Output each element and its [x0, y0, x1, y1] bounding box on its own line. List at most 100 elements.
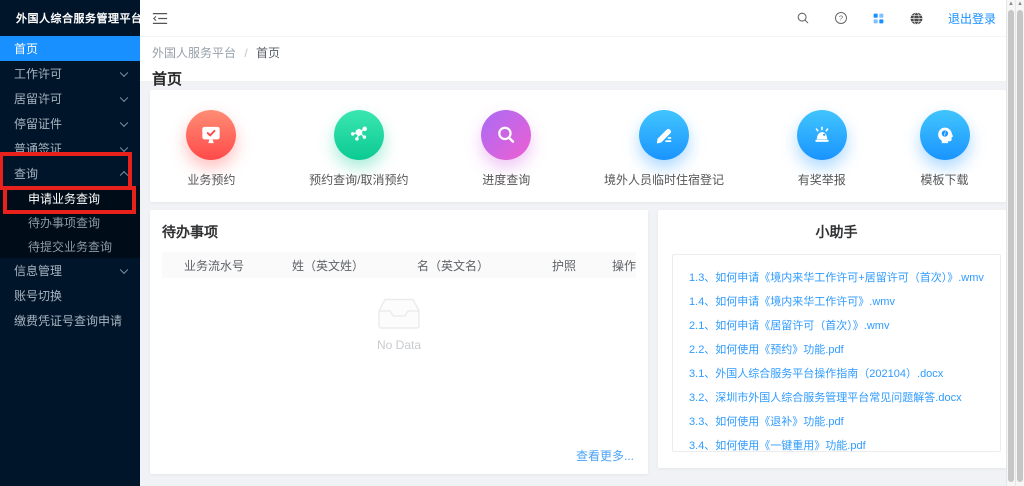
shortcut-appointment-query-cancel[interactable]: 预约查询/取消预约	[309, 110, 408, 188]
todo-title: 待办事项	[162, 222, 636, 242]
sidebar-item-label: 账号切换	[14, 287, 62, 304]
helper-title: 小助手	[672, 222, 1001, 242]
logout-link[interactable]: 退出登录	[948, 10, 996, 27]
sidebar-item-query[interactable]: 查询	[0, 161, 140, 186]
empty-state: No Data	[162, 296, 636, 352]
scrollbar-inner[interactable]: ▲	[1006, 0, 1015, 486]
submenu-item-label: 待办事项查询	[28, 214, 100, 231]
chevron-down-icon	[120, 265, 128, 273]
breadcrumb: 外国人服务平台 / 首页	[152, 44, 1024, 61]
app-logo: 外国人综合服务管理平台	[0, 0, 140, 36]
empty-text: No Data	[377, 338, 421, 352]
shortcut-label: 境外人员临时住宿登记	[604, 171, 724, 188]
shortcut-progress-query[interactable]: 进度查询	[481, 110, 531, 188]
column-serial-number: 业务流水号	[162, 257, 292, 274]
sidebar-item-label: 首页	[14, 40, 38, 57]
column-given-name: 名（英文名）	[417, 257, 552, 274]
scrollbar-thumb[interactable]	[1017, 10, 1023, 482]
page-content: 业务预约	[140, 82, 1024, 474]
menu-fold-icon[interactable]	[152, 12, 168, 25]
sidebar-item-label: 缴费凭证号查询申请	[14, 312, 122, 329]
breadcrumb-separator: /	[244, 46, 247, 60]
submenu-item-label: 申请业务查询	[28, 190, 100, 207]
shortcut-label: 模板下载	[921, 171, 969, 188]
todo-table-header: 业务流水号 姓（英文姓） 名（英文名） 护照 操作	[162, 252, 636, 278]
main-area: ?	[140, 0, 1024, 486]
breadcrumb-current: 首页	[256, 46, 280, 60]
column-passport: 护照	[552, 257, 612, 274]
shortcut-label: 预约查询/取消预约	[309, 171, 408, 188]
sidebar-item-ordinary-visa[interactable]: 普通签证	[0, 136, 140, 161]
column-surname: 姓（英文姓）	[292, 257, 417, 274]
sidebar-item-residence-permit[interactable]: 居留许可	[0, 86, 140, 111]
shortcut-reward-report[interactable]: 有奖举报	[797, 110, 847, 188]
sidebar-item-label: 工作许可	[14, 65, 62, 82]
breadcrumb-root[interactable]: 外国人服务平台	[152, 46, 236, 60]
shortcut-label: 有奖举报	[798, 171, 846, 188]
submenu-item-todo-query[interactable]: 待办事项查询	[0, 210, 140, 234]
shortcut-temporary-accommodation[interactable]: 境外人员临时住宿登记	[604, 110, 724, 188]
pencil-icon	[639, 110, 689, 160]
query-submenu: 申请业务查询 待办事项查询 待提交业务查询	[0, 186, 140, 258]
empty-inbox-icon	[376, 296, 422, 330]
shortcuts-card: 业务预约	[150, 90, 1006, 202]
submenu-item-label: 待提交业务查询	[28, 238, 112, 255]
sidebar-item-payment-voucher-apply[interactable]: 缴费凭证号查询申请	[0, 308, 140, 333]
sidebar-item-label: 信息管理	[14, 262, 62, 279]
sidebar-item-label: 停留证件	[14, 115, 62, 132]
apps-grid-icon[interactable]	[872, 12, 885, 25]
helper-link[interactable]: 3.2、深圳市外国人综合服务管理平台常见问题解答.docx	[689, 389, 984, 405]
helper-link[interactable]: 1.4、如何申请《境内来华工作许可》.wmv	[689, 293, 984, 309]
scroll-up-arrow-icon[interactable]: ▲	[1007, 0, 1015, 9]
chevron-down-icon	[120, 68, 128, 76]
sidebar-item-work-permit[interactable]: 工作许可	[0, 61, 140, 86]
sidebar-item-home[interactable]: 首页	[0, 36, 140, 61]
scrollbar-outer[interactable]: ▲	[1015, 0, 1024, 486]
sidebar-item-info-management[interactable]: 信息管理	[0, 258, 140, 283]
help-icon[interactable]: ?	[834, 11, 848, 25]
helper-link[interactable]: 3.3、如何使用《退补》功能.pdf	[689, 413, 984, 429]
shortcut-template-download[interactable]: i 模板下载	[920, 110, 970, 188]
sidebar-item-label: 查询	[14, 165, 38, 182]
screen: 外国人综合服务管理平台 首页 工作许可 居留许可 停留证件 普通签证	[0, 0, 1024, 486]
helper-card: 小助手 1.3、如何申请《境内来华工作许可+居留许可（首次）》.wmv 1.4、…	[658, 210, 1015, 468]
helper-link[interactable]: 2.1、如何申请《居留许可（首次）》.wmv	[689, 317, 984, 333]
sidebar-item-account-switch[interactable]: 账号切换	[0, 283, 140, 308]
alarm-icon	[797, 110, 847, 160]
svg-text:?: ?	[839, 14, 843, 23]
shortcut-label: 业务预约	[187, 171, 235, 188]
sidebar-item-stay-certificate[interactable]: 停留证件	[0, 111, 140, 136]
chevron-down-icon	[120, 118, 128, 126]
helper-links-box: 1.3、如何申请《境内来华工作许可+居留许可（首次）》.wmv 1.4、如何申请…	[672, 254, 1001, 452]
sidebar-menu: 首页 工作许可 居留许可 停留证件 普通签证 查询	[0, 36, 140, 333]
chevron-down-icon	[120, 93, 128, 101]
shortcut-label: 进度查询	[482, 171, 530, 188]
content-row: 待办事项 业务流水号 姓（英文姓） 名（英文名） 护照 操作 No Data	[150, 210, 1006, 474]
magnifier-icon	[481, 110, 531, 160]
sidebar-item-label: 普通签证	[14, 140, 62, 157]
globe-icon[interactable]	[909, 11, 924, 26]
chevron-down-icon	[120, 143, 128, 151]
shortcut-business-appointment[interactable]: 业务预约	[186, 110, 236, 188]
submenu-item-pending-submit-query[interactable]: 待提交业务查询	[0, 234, 140, 258]
head-info-icon: i	[920, 110, 970, 160]
scrollbar-thumb[interactable]	[1008, 10, 1014, 482]
helper-link[interactable]: 3.4、如何使用《一键重用》功能.pdf	[689, 437, 984, 452]
topbar: ?	[140, 0, 1024, 37]
view-more-link[interactable]: 查看更多...	[576, 447, 634, 464]
page-header: 外国人服务平台 / 首页 首页	[140, 37, 1024, 82]
board-check-icon	[186, 110, 236, 160]
scroll-up-arrow-icon[interactable]: ▲	[1016, 0, 1024, 9]
todo-card: 待办事项 业务流水号 姓（英文姓） 名（英文名） 护照 操作 No Data	[150, 210, 648, 474]
sidebar-item-label: 居留许可	[14, 90, 62, 107]
helper-link[interactable]: 1.3、如何申请《境内来华工作许可+居留许可（首次）》.wmv	[689, 269, 984, 285]
chevron-up-icon	[120, 170, 128, 178]
helper-link[interactable]: 3.1、外国人综合服务平台操作指南（202104）.docx	[689, 365, 984, 381]
column-operation: 操作	[612, 257, 636, 274]
app-title: 外国人综合服务管理平台	[16, 10, 143, 26]
sidebar: 外国人综合服务管理平台 首页 工作许可 居留许可 停留证件 普通签证	[0, 0, 140, 486]
helper-link[interactable]: 2.2、如何使用《预约》功能.pdf	[689, 341, 984, 357]
search-icon[interactable]	[796, 11, 810, 25]
submenu-item-apply-query[interactable]: 申请业务查询	[0, 186, 140, 210]
topbar-actions: ?	[796, 10, 1024, 27]
